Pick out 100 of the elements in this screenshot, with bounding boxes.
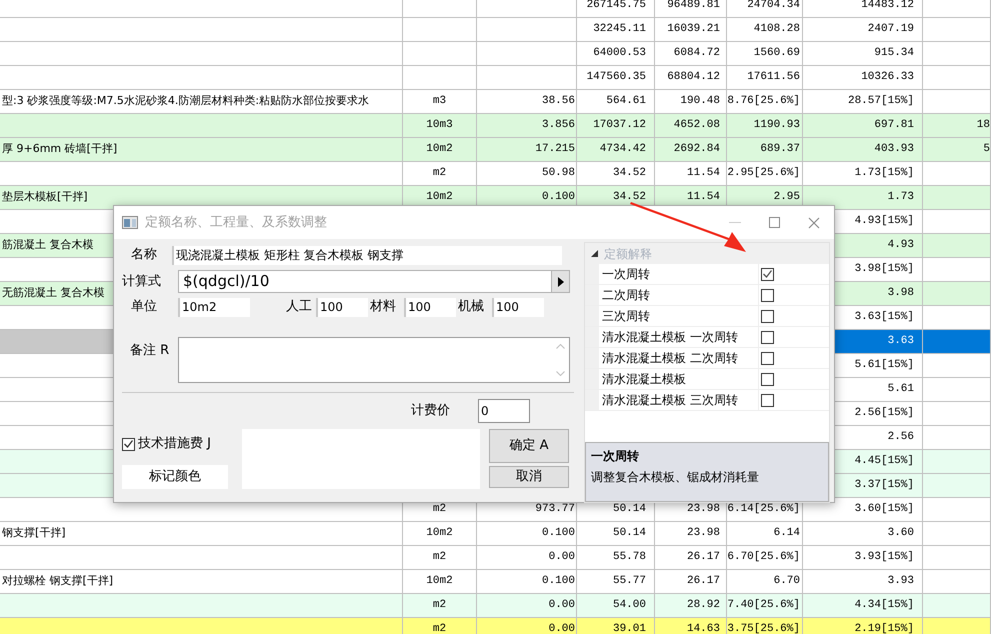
table-cell-text: 0.100 [542,190,575,206]
checkbox[interactable] [761,372,774,386]
table-cell-text: 50.98 [542,166,575,182]
table-cell-text: 17611.56 [747,70,800,86]
triangle-icon[interactable] [591,250,598,257]
table-cell-text: 28.92 [686,598,720,614]
option-label: 清水混凝土模板 [599,369,759,389]
table-cell-text: 55.77 [612,574,646,590]
table-row[interactable]: 32245.11 16039.21 4108.28 2407.19 [0,18,991,42]
table-cell-text: m3 [432,94,446,110]
table-row[interactable]: 厚 9+6mm 砖墙[干拌] 10m2 17.215 4734.42 2692.84 689.37 403.93 5 [0,138,991,162]
field-label: 名称 [130,246,158,264]
tech-checkbox[interactable]: 技术措施费 J [122,432,242,456]
checkbox[interactable] [761,268,774,280]
section-header: 定额解释 [604,246,652,262]
table-cell-text: m2 [432,598,446,614]
table-cell-text: 3.63 [888,334,914,350]
expand-button[interactable] [551,271,569,292]
table-cell-text: 无筋混凝土 复合木模 [2,285,104,302]
table-cell-text: 4.93[15%] [854,214,914,230]
table-row[interactable]: 10m3 3.856 17037.12 4652.08 1190.93 697.81 18 [0,114,991,138]
table-row[interactable]: m2 50.98 34.52 11.54 2.95[25.6%] 1.73[15%] [0,162,991,186]
table-cell-text: 3.98[15%] [854,262,914,278]
table-cell-text: 3.37[15%] [854,478,914,494]
option-label: 清水混凝土模板 一次周转 [599,327,759,347]
table-cell-text: 3.75[25.6%] [727,622,800,634]
table-cell-text: 2.95[25.6%] [727,166,800,182]
table-cell-text: 54.00 [612,598,646,614]
maximize-icon[interactable] [769,217,780,228]
table-cell-text: 筋混凝土 复合木模 [2,237,94,254]
table-cell-text: 4.93 [888,238,914,254]
input-field[interactable]: 现浇混凝土模板 矩形柱 复合木模板 钢支撑 [172,246,562,264]
checkbox-label: 技术措施费 J [138,435,211,454]
table-row[interactable]: m2 0.00 55.78 26.17 6.70[25.6%] 3.93[15%] [0,546,991,570]
table-row[interactable]: 型:3 砂浆强度等级:M7.5水泥砂浆4.防潮层材料种类:粘贴防水部位按要求水 m3 38.56 564.61 190.48 8.76[25.6%] 28.57[15%] [0,90,991,114]
field-label: 材料 [370,298,397,316]
checkbox[interactable] [761,352,774,364]
option-label: 二次周转 [599,285,759,305]
table-cell-text: 10326.33 [861,70,914,86]
checkbox[interactable] [761,330,774,344]
table-cell-text: 3.63[15%] [854,310,914,326]
table-cell-text: 2.19[15%] [854,622,914,634]
checkbox[interactable] [761,394,774,406]
checkbox[interactable] [122,438,135,450]
table-cell-text: 34.52 [612,166,646,182]
table-cell-text: 689.37 [760,142,800,158]
table-cell-text: 5 [983,142,990,158]
checkbox[interactable] [761,310,774,322]
table-cell-text: 10m2 [426,574,453,590]
table-cell-text: 915.34 [874,46,914,62]
ok-button[interactable]: 确定 A [489,429,569,463]
table-cell-text: 0.00 [548,622,575,634]
table-cell-text: 1.73[15%] [854,166,914,182]
table-row[interactable]: 对拉螺栓 钢支撑[干拌] 10m2 0.100 55.77 26.17 6.70 3.93 [0,570,991,594]
input-field[interactable]: 0 [478,399,530,423]
field-label: 计费价 [411,402,451,420]
input-field[interactable]: 100 [316,298,368,316]
table-cell-text: 11.54 [686,190,720,206]
table-cell-text: 0.00 [548,550,575,566]
color-button[interactable]: 标记颜色 [122,465,228,489]
cancel-button[interactable]: 取消 [489,466,569,488]
table-cell-text: 973.77 [535,502,575,518]
input-field[interactable]: 100 [492,298,544,316]
checkbox[interactable] [761,288,774,302]
table-cell-text: 697.81 [874,118,914,134]
close-icon[interactable] [808,216,820,228]
table-cell-text: 6084.72 [674,46,720,62]
table-cell-text: 24704.34 [747,0,800,14]
table-cell-text: 3.60[15%] [854,502,914,518]
table-cell-text: 10m3 [426,118,453,134]
input-field[interactable]: 10m2 [178,298,250,316]
table-row[interactable]: 147560.35 68804.12 17611.56 10326.33 [0,66,991,90]
table-cell-text: 4.45[15%] [854,454,914,470]
table-cell-text: 28.57[15%] [848,94,914,110]
table-row[interactable]: 64000.53 6084.72 1560.69 915.34 [0,42,991,66]
table-row[interactable]: m2 0.00 39.01 14.63 3.75[25.6%] 2.19[15%] [0,618,991,634]
table-row[interactable]: 钢支撑[干拌] 10m2 0.100 50.14 23.98 6.14 3.60 [0,522,991,546]
table-row[interactable]: 267145.75 96489.81 24704.34 14483.12 [0,0,991,18]
table-cell-text: 3.93 [888,574,914,590]
table-cell-text: 4108.28 [754,22,800,38]
table-cell-text: 1.73 [888,190,914,206]
table-cell-text: 3.93[15%] [854,550,914,566]
field-label: 单位 [130,298,158,316]
table-cell-text: 2407.19 [868,22,914,38]
table-cell-text: 147560.35 [586,70,646,86]
table-cell-text: 64000.53 [593,46,646,62]
table-row[interactable]: m2 0.00 54.00 28.92 7.40[25.6%] 4.34[15%] [0,594,991,618]
table-cell-text: 10m2 [426,190,453,206]
table-cell-text: 2.95 [774,190,800,206]
checkmark-icon [124,440,133,448]
description-title: 一次周转 [591,448,640,465]
table-cell-text: m2 [432,550,446,566]
table-cell-text: 50.14 [612,526,646,542]
input-field[interactable]: 100 [404,298,456,316]
formula-field[interactable]: $(qdgcl)/10 [178,270,570,293]
option-label: 一次周转 [599,264,759,284]
table-cell-text: 2692.84 [674,142,720,158]
window-icon [122,216,138,229]
table-cell-text: 23.98 [686,526,720,542]
table-cell-text: 14483.12 [861,0,914,14]
